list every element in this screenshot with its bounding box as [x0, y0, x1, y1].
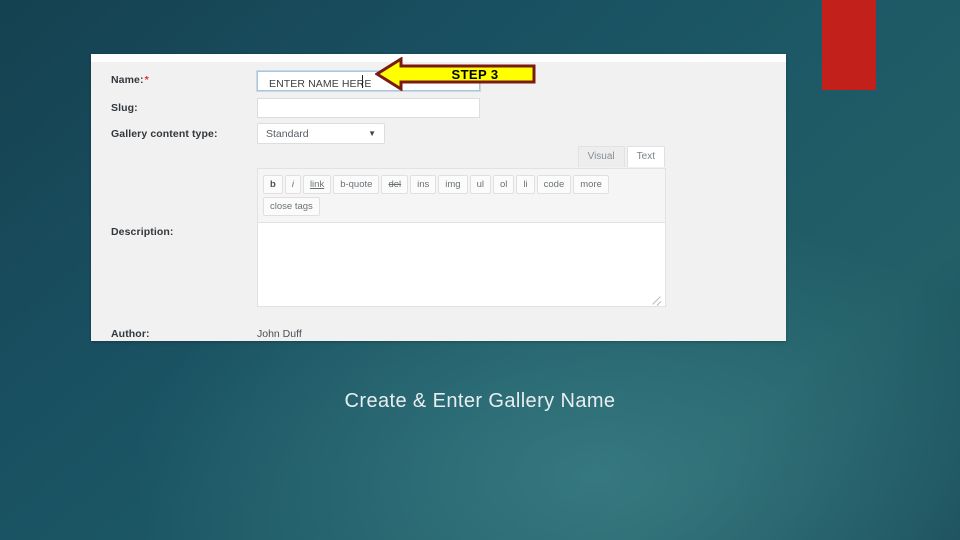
toolbar-button-ins[interactable]: ins — [410, 175, 437, 194]
slug-field-wrap — [257, 98, 480, 118]
toolbar-button-italic[interactable]: i — [284, 175, 301, 194]
step-3-callout: STEP 3 — [375, 57, 536, 91]
text-cursor — [362, 75, 363, 88]
select-value: Standard — [266, 128, 309, 140]
resize-handle-icon[interactable] — [650, 292, 662, 306]
slide-caption: Create & Enter Gallery Name — [344, 390, 616, 412]
gallery-content-type-select[interactable]: Standard ▼ — [257, 123, 385, 144]
editor-tabs: Visual Text — [257, 146, 666, 168]
tab-text[interactable]: Text — [626, 146, 665, 167]
decorative-red-bar — [822, 0, 876, 90]
author-value: John Duff — [257, 328, 302, 340]
description-label: Description: — [111, 226, 174, 238]
toolbar-button-bold[interactable]: b — [263, 175, 283, 194]
toolbar-button-code[interactable]: code — [536, 175, 572, 194]
toolbar-button-more[interactable]: more — [573, 175, 609, 194]
description-editor: Visual Text b i link b-quote del ins img ul ol li c… — [257, 146, 666, 307]
name-label: Name:* — [111, 74, 149, 86]
gallery-form: Name:* ENTER NAME HERE Slug: Gallery con… — [91, 62, 786, 341]
toolbar-button-b-quote[interactable]: b-quote — [333, 175, 380, 194]
author-label: Author: — [111, 328, 150, 340]
toolbar-button-li[interactable]: li — [516, 175, 535, 194]
step-3-label: STEP 3 — [451, 66, 499, 82]
toolbar-button-del[interactable]: del — [381, 175, 409, 194]
toolbar-button-img[interactable]: img — [438, 175, 468, 194]
gallery-content-type-label: Gallery content type: — [111, 128, 218, 140]
toolbar-button-link[interactable]: link — [302, 175, 332, 194]
slide-canvas: Name:* ENTER NAME HERE Slug: Gallery con… — [0, 0, 960, 540]
content-type-field-wrap: Standard ▼ — [257, 123, 385, 144]
slug-input[interactable] — [257, 98, 480, 118]
required-asterisk: * — [144, 74, 149, 86]
slug-label: Slug: — [111, 102, 138, 114]
screenshot-panel: Name:* ENTER NAME HERE Slug: Gallery con… — [91, 54, 786, 341]
tab-visual[interactable]: Visual — [577, 146, 625, 167]
toolbar-button-ul[interactable]: ul — [469, 175, 491, 194]
toolbar-button-close-tags[interactable]: close tags — [263, 197, 320, 216]
chevron-down-icon: ▼ — [368, 129, 376, 138]
name-input-value: ENTER NAME HERE — [269, 78, 372, 90]
editor-toolbar: b i link b-quote del ins img ul ol li code more clos… — [257, 168, 666, 223]
toolbar-button-ol[interactable]: ol — [493, 175, 515, 194]
description-textarea[interactable] — [257, 223, 666, 307]
